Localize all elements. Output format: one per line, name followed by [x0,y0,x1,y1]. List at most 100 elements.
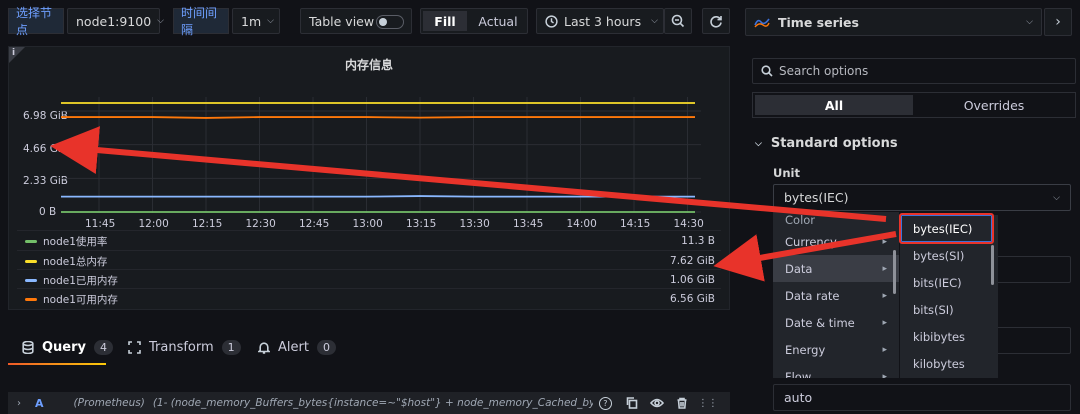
trash-icon[interactable] [676,397,688,409]
zoom-out-icon [671,14,685,28]
x-tick-label: 12:45 [299,218,330,230]
tab-transform-count: 1 [221,340,241,355]
menu-item-data-rate[interactable]: Data rate ▸ [773,282,899,309]
x-tick-label: 12:15 [192,218,223,230]
legend-series-name: node1可用内存 [43,293,118,306]
bell-icon [258,341,270,354]
duplicate-icon[interactable] [626,397,638,409]
unit-select[interactable]: bytes(IEC) ⌵ [773,184,1071,211]
node-variable-select[interactable]: node1:9100 ⌵ [67,8,164,34]
x-tick-label: 13:15 [406,218,437,230]
legend-series-value: 7.62 GiB [670,255,715,267]
graph-panel: i 内存信息 6.98 GiB 4.66 GiB 2.33 GiB 0 B 11… [8,46,730,310]
chevron-down-icon: ⌵ [1026,17,1033,27]
filter-overrides-option[interactable]: Overrides [915,95,1073,115]
database-icon [22,341,34,354]
submenu-item-bits-si[interactable]: bits(SI) [900,296,996,323]
menu-item-data[interactable]: Data ▸ [773,255,899,282]
chevron-right-icon[interactable]: › [17,398,21,409]
legend-series-name: node1已用内存 [43,274,118,287]
tab-query[interactable]: Query 4 [22,340,114,355]
query-expression: (1- (node_memory_Buffers_bytes{instance=… [152,397,593,409]
chevron-down-icon: ⌵ [267,16,274,26]
x-tick-label: 11:45 [85,218,116,230]
legend-color-swatch [25,278,37,282]
search-icon [761,65,773,77]
eye-icon[interactable] [649,397,664,409]
series-line-node1已用内存 [61,195,695,198]
x-tick-label: 13:30 [459,218,490,230]
tab-transform[interactable]: Transform 1 [128,340,241,355]
menu-item-label: Date & time [785,315,855,330]
drag-handle-icon[interactable]: ⋮⋮ [698,398,718,409]
submenu-item-kilobytes[interactable]: kilobytes [900,350,996,377]
interval-variable-select[interactable]: 1m ⌵ [232,8,280,34]
query-row-header[interactable]: › A (Prometheus) (1- (node_memory_Buffer… [8,392,730,414]
chevron-down-icon: ⌵ [651,16,658,26]
node-variable-label: 选择节点 [8,6,64,37]
legend-item[interactable]: node1总内存 7.62 GiB [17,250,721,271]
submenu-scrollbar[interactable] [991,245,994,285]
min-field[interactable] [990,256,1071,283]
chevron-right-icon: ▸ [882,344,887,355]
series-line-node1可用内存 [61,116,695,119]
panel-title: 内存信息 [344,58,393,72]
menu-item-energy[interactable]: Energy ▸ [773,336,899,363]
refresh-button[interactable] [702,8,730,34]
menu-item-flow[interactable]: Flow ▸ [773,363,899,379]
chevron-right-icon: ▸ [882,290,887,301]
fill-option[interactable]: Fill [423,11,467,31]
x-tick-label: 14:00 [566,218,597,230]
collapse-pane-button[interactable]: › [1044,8,1072,36]
chevron-right-icon: ▸ [882,236,887,247]
legend-item[interactable]: node1已用内存 1.06 GiB [17,269,721,290]
plot-area[interactable] [61,97,701,217]
tab-alert[interactable]: Alert 0 [258,340,336,355]
tab-alert-label: Alert [278,340,309,355]
transform-icon [128,341,141,354]
section-title: Standard options [770,136,898,151]
legend-item[interactable]: node1使用率 11.3 B [17,230,721,251]
menu-item-label: Flow [785,369,812,379]
chevron-down-icon: ⌵ [755,138,762,149]
active-tab-indicator [8,363,106,365]
menu-scrollbar[interactable] [893,250,896,294]
chevron-right-icon: ▸ [882,263,887,274]
refresh-icon [709,14,723,28]
menu-item-label: Currency [785,234,837,249]
submenu-item-kibibytes[interactable]: kibibytes [900,323,996,350]
legend-series-value: 11.3 B [681,235,715,247]
query-datasource: (Prometheus) [73,397,145,409]
unit-value: bytes(IEC) [784,190,849,205]
x-tick-label: 13:00 [352,218,383,230]
legend-color-swatch [25,239,37,243]
decimals-field[interactable]: auto [773,384,1071,411]
submenu-item-bytes-si[interactable]: bytes(SI) [900,242,996,269]
menu-item-label: Energy [785,342,826,357]
search-options-input[interactable]: Search options [752,58,1076,84]
x-tick-label: 12:00 [138,218,169,230]
x-tick-label: 12:30 [245,218,276,230]
submenu-item-bits-iec[interactable]: bits(IEC) [900,269,996,296]
legend-color-swatch [25,297,37,301]
time-range-picker[interactable]: Last 3 hours ⌵ [536,8,664,34]
max-field[interactable] [990,327,1071,354]
toggle-knob [379,18,387,26]
help-icon[interactable]: ? [598,396,612,410]
menu-item-currency[interactable]: Currency ▸ [773,228,899,255]
zoom-out-button[interactable] [664,8,692,34]
filter-all-option[interactable]: All [755,95,913,115]
toggle-switch [376,15,404,29]
standard-options-section[interactable]: ⌵ Standard options [755,136,898,151]
visualization-picker[interactable]: Time series ⌵ [745,8,1042,36]
table-view-toggle[interactable]: Table view [300,8,412,34]
menu-item-date-time[interactable]: Date & time ▸ [773,309,899,336]
actual-option[interactable]: Actual [471,11,525,31]
options-filter-radio: All Overrides [752,92,1076,118]
x-tick-label: 14:30 [673,218,704,230]
clock-icon [545,14,558,28]
y-tick-label: 0 B [39,206,57,218]
legend-item[interactable]: node1可用内存 6.56 GiB [17,288,721,309]
tab-alert-count: 0 [316,340,336,355]
time-range-label: Last 3 hours [564,13,642,29]
